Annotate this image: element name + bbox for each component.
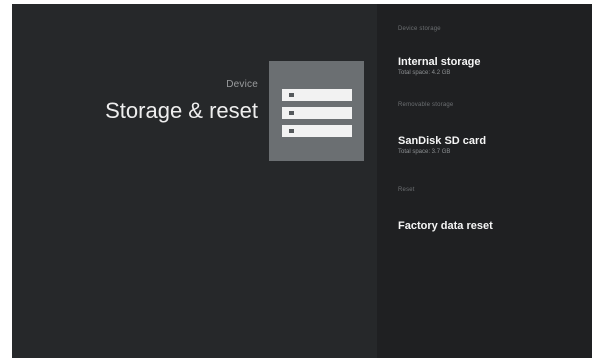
menu-item-title: Internal storage [398, 56, 481, 68]
section-header-removable-storage: Removable storage [398, 102, 454, 108]
section-header-reset: Reset [398, 187, 415, 193]
menu-item-title: SanDisk SD card [398, 135, 487, 147]
section-header-device-storage: Device storage [398, 26, 441, 32]
menu-item-subtitle: Total space: 3.7 GB [398, 149, 451, 155]
breadcrumb: Device [226, 79, 258, 90]
title-pane: Device Storage & reset [12, 4, 377, 358]
settings-list: Device storage Internal storage Total sp… [377, 4, 592, 358]
storage-drives-icon [269, 61, 364, 161]
sd-card-item[interactable]: SanDisk SD card Total space: 3.7 GB [398, 135, 588, 155]
menu-item-subtitle: Total space: 4.2 GB [398, 70, 451, 76]
tv-settings-screen: Device Storage & reset Device storage In… [12, 4, 592, 358]
internal-storage-item[interactable]: Internal storage Total space: 4.2 GB [398, 56, 588, 76]
menu-item-title: Factory data reset [398, 220, 493, 232]
drive-slot-icon [282, 125, 352, 137]
drive-slot-icon [282, 89, 352, 101]
drive-slot-icon [282, 107, 352, 119]
factory-data-reset-item[interactable]: Factory data reset [398, 220, 588, 232]
page-title: Storage & reset [105, 98, 258, 123]
